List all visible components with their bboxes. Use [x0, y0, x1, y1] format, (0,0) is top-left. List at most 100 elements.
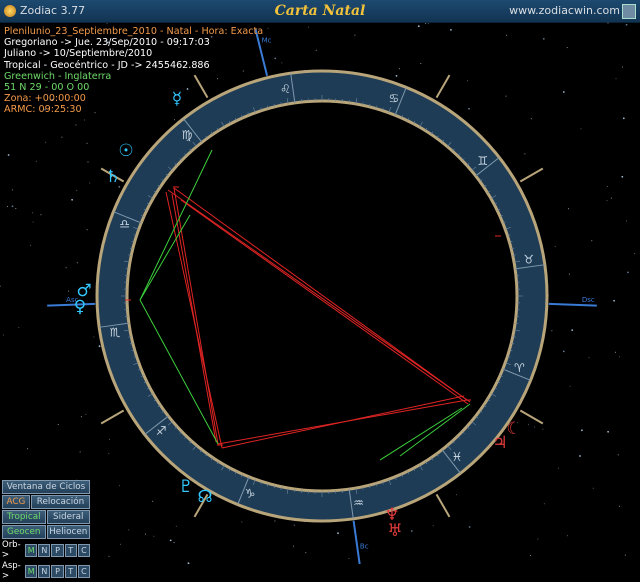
star: [75, 125, 76, 126]
star: [308, 27, 309, 28]
star: [152, 501, 153, 502]
star: [593, 488, 594, 489]
sign-taurus-icon: ♉: [523, 253, 534, 267]
asp-button-c[interactable]: C: [78, 565, 90, 578]
star: [563, 91, 565, 93]
star: [607, 186, 608, 187]
star: [84, 120, 85, 121]
orb-button-c[interactable]: C: [78, 544, 90, 557]
star: [581, 429, 583, 431]
asp-row: Asp-> M N P T C: [2, 561, 90, 581]
star: [469, 526, 471, 528]
orb-button-p[interactable]: P: [51, 544, 63, 557]
acg-button[interactable]: ACG: [2, 495, 30, 509]
star: [61, 137, 62, 138]
star: [450, 29, 452, 31]
info-line: Tropical - Geocéntrico - JD -> 2455462.8…: [4, 60, 263, 71]
star: [99, 345, 101, 347]
star: [634, 253, 635, 254]
house-cusp-tick: [520, 169, 543, 182]
star: [626, 24, 628, 26]
house-cusp-tick: [437, 494, 450, 517]
sign-gemini-icon: ♊: [477, 154, 488, 168]
star: [119, 485, 120, 486]
star: [468, 108, 470, 110]
star: [625, 555, 626, 556]
star: [551, 330, 552, 331]
star: [89, 183, 90, 184]
orb-row: Orb-> M N P T C: [2, 540, 90, 560]
star: [87, 143, 88, 144]
planet-pluto-icon: ♇: [178, 477, 193, 497]
star: [128, 529, 129, 530]
star: [544, 503, 545, 504]
star: [68, 291, 69, 292]
star: [120, 544, 121, 545]
star: [568, 208, 569, 209]
planet-moon-icon: ☾: [506, 419, 521, 439]
star: [570, 386, 571, 387]
info-line: Plenilunio_23_Septiembre_2010 - Natal - …: [4, 26, 263, 37]
dsc-axis-label: Dsc: [582, 296, 595, 304]
orb-button-t[interactable]: T: [65, 544, 77, 557]
asp-button-m[interactable]: M: [25, 565, 37, 578]
orb-button-m[interactable]: M: [25, 544, 37, 557]
planet-venus-icon: ♀: [74, 297, 86, 317]
info-line: ARMC: 09:25:30: [4, 104, 263, 115]
info-line: Juliano -> 10/Septiembre/2010: [4, 48, 263, 59]
star: [627, 272, 629, 274]
planet-node-icon: ☊: [197, 487, 212, 507]
planet-jupiter-icon: ♃: [492, 433, 507, 453]
sign-cancer-icon: ♋: [388, 92, 399, 106]
control-panel: Ventana de Ciclos ACG Relocación Tropica…: [2, 480, 90, 582]
planet-saturn-icon: ♄: [105, 167, 120, 187]
star: [170, 540, 172, 542]
sign-libra-icon: ♎: [119, 217, 130, 231]
star: [80, 451, 81, 452]
star: [32, 212, 33, 213]
asp-button-p[interactable]: P: [51, 565, 63, 578]
star: [58, 424, 59, 425]
star: [281, 62, 282, 63]
star: [530, 555, 531, 556]
star: [274, 521, 275, 522]
star: [109, 439, 110, 440]
star: [176, 526, 177, 527]
star: [316, 50, 317, 51]
tropical-button[interactable]: Tropical: [2, 510, 46, 524]
star: [524, 153, 525, 154]
ventana-ciclos-button[interactable]: Ventana de Ciclos: [2, 480, 90, 494]
sign-pisces-icon: ♓: [452, 450, 463, 464]
star: [12, 205, 14, 207]
star: [569, 274, 570, 275]
zodiac-ring-inner: [127, 101, 517, 491]
star: [15, 208, 16, 209]
heliocen-button[interactable]: Heliocen: [47, 525, 91, 539]
star: [36, 161, 37, 162]
sideral-button[interactable]: Sideral: [47, 510, 91, 524]
menu-icon[interactable]: [622, 4, 636, 19]
dsc-axis-line: [549, 304, 597, 306]
star: [33, 222, 34, 223]
star: [528, 424, 529, 425]
geocen-button[interactable]: Geocen: [2, 525, 46, 539]
orb-label: Orb->: [2, 540, 24, 560]
star: [88, 162, 89, 163]
website-link[interactable]: www.zodiacwin.com: [509, 4, 620, 17]
star: [76, 190, 77, 191]
orb-button-n[interactable]: N: [38, 544, 50, 557]
star: [615, 352, 616, 353]
asp-button-n[interactable]: N: [38, 565, 50, 578]
planet-uranus-icon: ♅: [387, 521, 402, 541]
star: [174, 542, 175, 543]
star: [109, 556, 110, 557]
planet-sun-icon: ☉: [118, 141, 133, 161]
star: [579, 455, 581, 457]
star: [85, 414, 86, 415]
relocacion-button[interactable]: Relocación: [31, 495, 90, 509]
star: [411, 530, 413, 532]
star: [555, 246, 556, 247]
star: [589, 357, 590, 358]
star: [87, 229, 88, 230]
asp-button-t[interactable]: T: [65, 565, 77, 578]
